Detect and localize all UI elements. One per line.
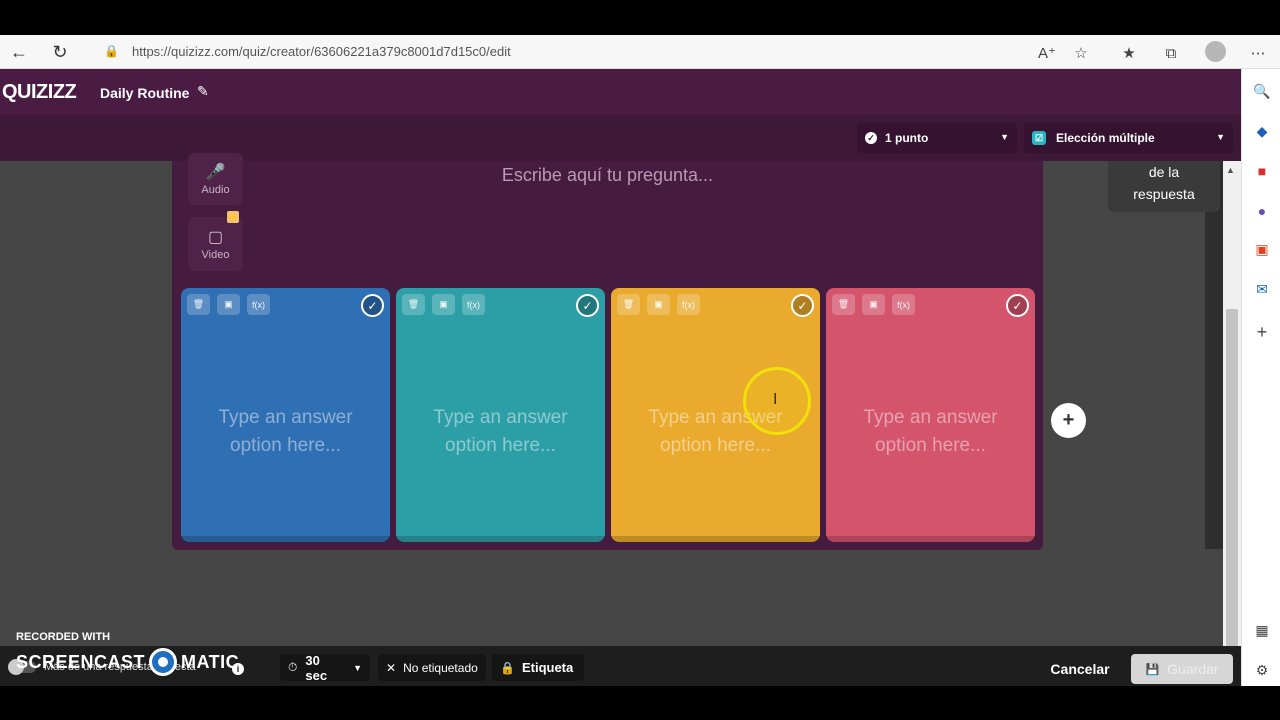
formula-icon[interactable]: f(x)	[247, 294, 270, 315]
delete-icon[interactable]: 🗑	[402, 294, 425, 315]
tooltip-line-1: de la	[1148, 164, 1180, 180]
answer-option-2[interactable]: 🗑 ▣ f(x) ✓ Type an answer option here...	[396, 288, 605, 542]
answer-option-1[interactable]: 🗑 ▣ f(x) ✓ Type an answer option here...	[181, 288, 390, 542]
formula-icon[interactable]: f(x)	[462, 294, 485, 315]
answer-option-4[interactable]: 🗑 ▣ f(x) ✓ Type an answer option here...	[826, 288, 1035, 542]
save-label: Guardar	[1167, 661, 1219, 677]
quiz-editor-app: QUIZIZZ Daily Routine ✎ ✓ 1 punto ▼ ☑ El…	[0, 69, 1241, 686]
tag-button-label: Etiqueta	[521, 660, 574, 675]
tag-status-label: No etiquetado	[403, 660, 478, 675]
answer-input[interactable]: Type an answer option here...	[406, 404, 595, 460]
card-shadow	[826, 536, 1035, 542]
image-icon[interactable]: ▣	[862, 294, 885, 315]
tools-icon[interactable]: ■	[1252, 161, 1272, 181]
recorded-with-label: RECORDED WITH	[16, 631, 111, 643]
profile-avatar[interactable]	[1205, 41, 1226, 62]
answer-input[interactable]: Type an answer option here...	[191, 404, 380, 460]
mark-correct-icon[interactable]: ✓	[361, 294, 384, 317]
image-icon[interactable]: ▣	[432, 294, 455, 315]
chevron-down-icon: ▼	[353, 662, 362, 673]
back-icon[interactable]: ←	[2, 35, 36, 69]
read-aloud-icon[interactable]: A⁺	[1036, 42, 1058, 64]
video-label: Video	[201, 249, 230, 261]
quizizz-logo[interactable]: QUIZIZZ	[2, 81, 77, 104]
premium-badge-icon: ⚡	[227, 211, 239, 223]
record-icon	[149, 648, 178, 676]
delete-icon[interactable]: 🗑	[832, 294, 855, 315]
panel-edge	[1205, 161, 1223, 549]
mark-correct-icon[interactable]: ✓	[1006, 294, 1029, 317]
games-icon[interactable]: ●	[1252, 201, 1272, 221]
search-icon[interactable]: 🔍	[1252, 81, 1272, 101]
chevron-down-icon: ▼	[1000, 132, 1009, 142]
browser-toolbar: ← ↻ 🔒 https://quizizz.com/quiz/creator/6…	[0, 35, 1280, 69]
close-icon: ✕	[386, 660, 397, 675]
browser-sidebar: 🔍 ◆ ■ ● ▣ ✉ + ▦ ⚙	[1241, 69, 1280, 686]
cancel-button[interactable]: Cancelar	[1040, 654, 1120, 684]
timer-select[interactable]: ⏱ 30 sec ▼	[280, 652, 370, 683]
tag-status[interactable]: ✕ No etiquetado	[378, 654, 486, 681]
settings-icon[interactable]: ⚙	[1252, 660, 1272, 680]
quiz-title[interactable]: Daily Routine	[100, 85, 189, 101]
timer-value: 30 sec	[305, 652, 328, 683]
scroll-up-icon[interactable]: ▲	[1226, 165, 1235, 175]
question-type-value: Elección múltiple	[1056, 131, 1155, 145]
card-shadow	[396, 536, 605, 542]
formula-icon[interactable]: f(x)	[677, 294, 700, 315]
shopping-tag-icon[interactable]: ◆	[1252, 121, 1272, 141]
text-cursor-icon: I	[773, 391, 778, 408]
image-icon[interactable]: ▣	[217, 294, 240, 315]
video-button[interactable]: ▢ Video	[188, 217, 243, 271]
question-input[interactable]: Escribe aquí tu pregunta...	[172, 165, 1043, 186]
reload-icon[interactable]: ↻	[43, 35, 77, 69]
delete-icon[interactable]: 🗑	[617, 294, 640, 315]
office-icon[interactable]: ▣	[1252, 239, 1272, 259]
points-select[interactable]: ✓ 1 punto ▼	[857, 123, 1017, 153]
save-icon: 💾	[1145, 663, 1160, 676]
address-bar[interactable]: https://quizizz.com/quiz/creator/6360622…	[132, 44, 511, 59]
answer-input[interactable]: Type an answer option here...	[836, 404, 1025, 460]
save-button[interactable]: 💾 Guardar	[1131, 654, 1233, 684]
add-answer-button[interactable]: +	[1051, 403, 1086, 438]
more-icon[interactable]: ⋯	[1247, 42, 1269, 64]
lock-icon: 🔒	[104, 44, 119, 58]
formula-icon[interactable]: f(x)	[892, 294, 915, 315]
question-type-select[interactable]: ☑ Elección múltiple ▼	[1024, 123, 1233, 153]
delete-icon[interactable]: 🗑	[187, 294, 210, 315]
app-header: QUIZIZZ Daily Routine ✎	[0, 69, 1241, 115]
lock-icon: 🔒	[500, 660, 515, 675]
points-value: 1 punto	[885, 131, 929, 145]
favorites-icon[interactable]: ★	[1118, 42, 1140, 64]
check-icon: ✓	[865, 132, 877, 144]
tooltip-line-2: respuesta	[1133, 186, 1195, 202]
add-favorite-icon[interactable]: ☆	[1070, 42, 1092, 64]
image-icon[interactable]: ▣	[647, 294, 670, 315]
screencast-logo: SCREENCAST MATIC	[16, 648, 239, 676]
hide-sidebar-icon[interactable]: ▦	[1252, 620, 1272, 640]
stopwatch-icon: ⏱	[288, 660, 298, 674]
multiple-choice-icon: ☑	[1032, 131, 1046, 145]
edit-title-icon[interactable]: ✎	[197, 83, 209, 100]
brand-left: SCREENCAST	[16, 651, 146, 672]
explanation-tooltip: de la respuesta	[1108, 161, 1220, 212]
scrollbar-thumb[interactable]	[1226, 309, 1238, 684]
add-icon[interactable]: +	[1252, 322, 1272, 342]
video-camera-icon: ▢	[207, 229, 224, 246]
card-shadow	[611, 536, 820, 542]
outlook-icon[interactable]: ✉	[1252, 279, 1272, 299]
card-shadow	[181, 536, 390, 542]
mark-correct-icon[interactable]: ✓	[791, 294, 814, 317]
mark-correct-icon[interactable]: ✓	[576, 294, 599, 317]
question-settings-bar: ✓ 1 punto ▼ ☑ Elección múltiple ▼	[0, 115, 1241, 161]
collections-icon[interactable]: ⧉	[1160, 42, 1182, 64]
brand-right: MATIC	[181, 651, 240, 672]
chevron-down-icon: ▼	[1216, 132, 1225, 142]
tag-button[interactable]: 🔒 Etiqueta	[492, 654, 584, 681]
